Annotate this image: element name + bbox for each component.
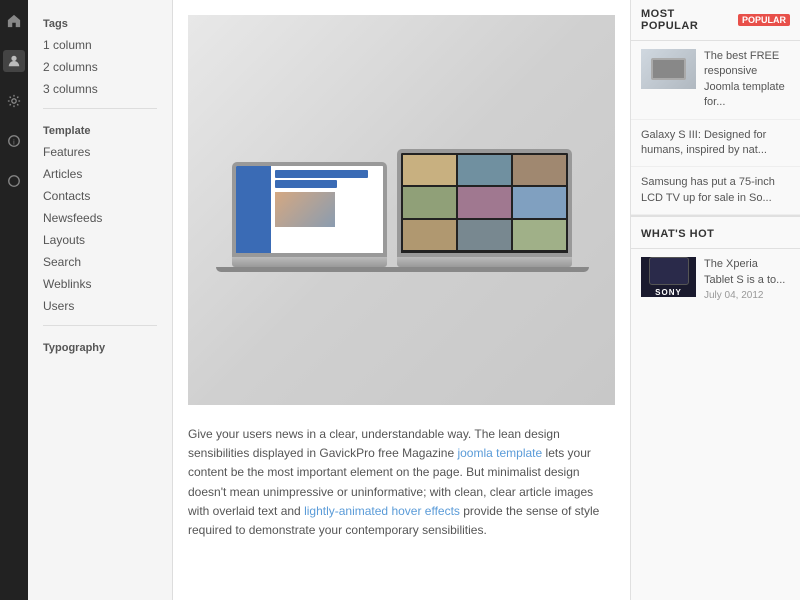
sidebar-icon-home[interactable] (3, 10, 25, 32)
whats-hot-title: WHAT'S HOT (641, 228, 714, 240)
nav-item-users[interactable]: Users (28, 295, 172, 317)
sidebar-icon-settings[interactable] (3, 90, 25, 112)
nav-item-1col[interactable]: 1 column (28, 34, 172, 56)
popular-text-2: Galaxy S III: Designed for humans, inspi… (641, 128, 790, 159)
laptop-base-right (397, 257, 572, 267)
whats-hot-header: WHAT'S HOT (631, 217, 800, 249)
screen-photo-mini (275, 192, 335, 227)
grid-cell-7 (403, 220, 456, 251)
grid-cell-6 (513, 187, 566, 218)
hero-image (188, 15, 615, 405)
screen-row-1 (275, 170, 369, 178)
main-content: Give your users news in a clear, underst… (173, 0, 630, 600)
nav-item-layouts[interactable]: Layouts (28, 229, 172, 251)
grid-cell-1 (403, 155, 456, 186)
sony-logo: SONY (655, 288, 682, 297)
laptop-right (397, 149, 572, 272)
laptop-bottom-right (379, 267, 589, 272)
hot-date-1: July 04, 2012 (704, 290, 790, 301)
sidebar-icons-panel: i (0, 0, 28, 600)
nav-section-typography: Typography (28, 334, 172, 358)
nav-item-articles[interactable]: Articles (28, 163, 172, 185)
hover-effects-link[interactable]: lightly-animated hover effects (304, 504, 460, 518)
hot-thumb-1: SONY (641, 257, 696, 297)
popular-text-3: Samsung has put a 75-inch LCD TV up for … (641, 175, 790, 206)
screen-row-2 (275, 180, 337, 188)
popular-item-3[interactable]: Samsung has put a 75-inch LCD TV up for … (631, 167, 800, 215)
grid-cell-8 (458, 220, 511, 251)
nav-item-2col[interactable]: 2 columns (28, 56, 172, 78)
right-sidebar: MOST POPULAR POPULAR The best FREE respo… (630, 0, 800, 600)
laptop-left (232, 162, 387, 272)
typography-section: Give your users news in a clear, underst… (188, 420, 615, 545)
popular-badge: POPULAR (738, 14, 790, 26)
laptops-illustration (232, 149, 572, 272)
nav-item-newsfeeds[interactable]: Newsfeeds (28, 207, 172, 229)
nav-item-weblinks[interactable]: Weblinks (28, 273, 172, 295)
screen-sidebar-mini (236, 166, 271, 253)
grid-cell-2 (458, 155, 511, 186)
laptop-bottom-left (216, 267, 402, 272)
nav-divider-2 (43, 325, 157, 326)
grid-cell-3 (513, 155, 566, 186)
nav-panel: Tags 1 column 2 columns 3 columns Templa… (28, 0, 173, 600)
laptop-screen-left (232, 162, 387, 257)
laptop-screen-right (397, 149, 572, 257)
svg-text:i: i (13, 140, 15, 147)
thumb-laptop-img (651, 58, 686, 80)
hot-item-1[interactable]: SONY The Xperia Tablet S is a to... July… (631, 249, 800, 309)
screen-main-mini (271, 166, 383, 253)
hot-item-text: The Xperia Tablet S is a to... July 04, … (704, 257, 790, 301)
most-popular-header: MOST POPULAR POPULAR (631, 0, 800, 41)
sidebar-icon-user[interactable] (3, 50, 25, 72)
hot-text-1: The Xperia Tablet S is a to... (704, 257, 790, 288)
hot-device-img (649, 257, 689, 285)
nav-item-3col[interactable]: 3 columns (28, 78, 172, 100)
popular-thumb-1 (641, 49, 696, 89)
most-popular-title: MOST POPULAR (641, 8, 732, 32)
nav-section-template: Template (28, 117, 172, 141)
laptop-base-left (232, 257, 387, 267)
sidebar-icon-extra[interactable] (3, 170, 25, 192)
nav-divider-1 (43, 108, 157, 109)
joomla-template-link[interactable]: joomla template (457, 446, 542, 460)
whats-hot-section: WHAT'S HOT SONY The Xperia Tablet S is a… (631, 215, 800, 309)
grid-cell-5 (458, 187, 511, 218)
popular-text-1: The best FREE responsive Joomla template… (704, 49, 790, 111)
grid-cell-9 (513, 220, 566, 251)
nav-section-tags: Tags (28, 10, 172, 34)
nav-item-search[interactable]: Search (28, 251, 172, 273)
nav-item-contacts[interactable]: Contacts (28, 185, 172, 207)
grid-cell-4 (403, 187, 456, 218)
nav-item-features[interactable]: Features (28, 141, 172, 163)
popular-item-2[interactable]: Galaxy S III: Designed for humans, inspi… (631, 120, 800, 168)
body-text: Give your users news in a clear, underst… (188, 425, 615, 540)
popular-item-1[interactable]: The best FREE responsive Joomla template… (631, 41, 800, 120)
sidebar-icon-info[interactable]: i (3, 130, 25, 152)
